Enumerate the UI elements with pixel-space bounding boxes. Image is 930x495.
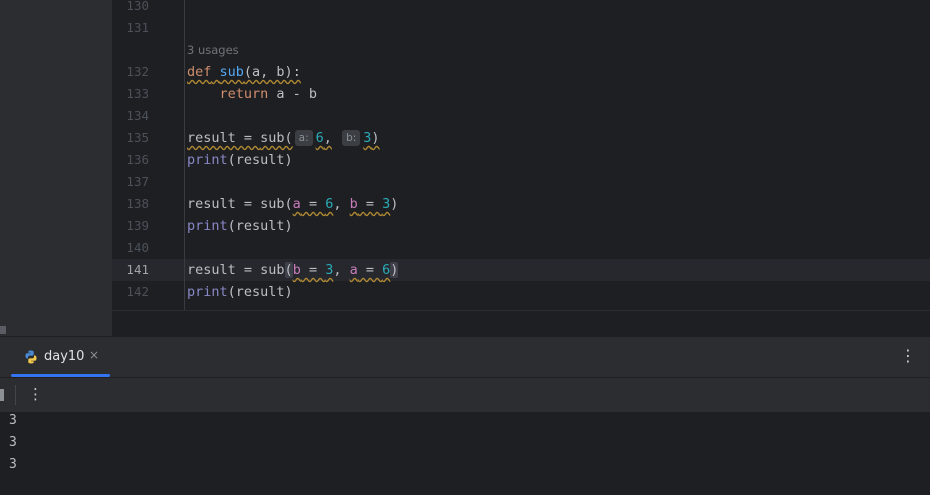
output-line: 3 xyxy=(9,457,17,472)
toolbar-more-icon[interactable]: ⋮ xyxy=(28,385,43,403)
code-text[interactable]: result = sub(a: 6, b: 3) xyxy=(187,127,380,149)
line-number: 136 xyxy=(126,152,149,167)
line-number: 140 xyxy=(126,240,149,255)
code-text[interactable]: def sub(a, b): xyxy=(187,61,301,83)
code-text[interactable]: print(result) xyxy=(187,215,293,237)
line-number: 135 xyxy=(126,130,149,145)
code-text[interactable]: result = sub(b = 3, a = 6) xyxy=(187,259,399,281)
console-output[interactable]: 3 3 3 xyxy=(0,412,930,495)
line-number: 130 xyxy=(126,0,149,13)
code-text[interactable]: print(result) xyxy=(187,149,293,171)
code-line-131: 131 xyxy=(112,17,930,39)
code-line-132: 132 def sub(a, b): xyxy=(112,61,930,83)
code-line-136: 136 print(result) xyxy=(112,149,930,171)
close-icon[interactable]: × xyxy=(89,348,99,362)
param-hint-a: a: xyxy=(294,130,313,146)
resize-handle[interactable] xyxy=(0,326,6,334)
run-tool-window: day10 × ⋮ ⋮ 3 3 3 xyxy=(0,336,930,495)
run-toolbar: ⋮ xyxy=(0,378,930,412)
code-text[interactable]: return a - b xyxy=(187,83,318,105)
code-line-141-current: 141 result = sub(b = 3, a = 6) xyxy=(112,259,930,281)
fold-guide xyxy=(184,0,185,310)
line-number: 134 xyxy=(126,108,149,123)
code-line-134: 134 xyxy=(112,105,930,127)
editor-lower-strip xyxy=(112,311,930,336)
code-text[interactable]: result = sub(a = 6, b = 3) xyxy=(187,193,398,215)
line-number: 142 xyxy=(126,284,149,299)
param-hint-b: b: xyxy=(342,130,361,146)
code-line-130: 130 xyxy=(112,0,930,17)
code-line-138: 138 result = sub(a = 6, b = 3) xyxy=(112,193,930,215)
usages-hint[interactable]: 3 usages xyxy=(187,39,239,61)
run-tab-bar: day10 × ⋮ xyxy=(0,337,930,378)
output-line: 3 xyxy=(9,435,17,450)
line-number: 139 xyxy=(126,218,149,233)
code-line-139: 139 print(result) xyxy=(112,215,930,237)
code-line-142: 142 print(result) xyxy=(112,281,930,303)
line-number: 137 xyxy=(126,174,149,189)
line-number: 131 xyxy=(126,20,149,35)
tab-label: day10 xyxy=(44,349,85,364)
code-line-140: 140 xyxy=(112,237,930,259)
line-number: 138 xyxy=(126,196,149,211)
code-editor[interactable]: 130 131 3 usages 132 def sub(a, b): 133 … xyxy=(112,0,930,310)
code-text[interactable]: print(result) xyxy=(187,281,293,303)
python-icon xyxy=(25,350,37,364)
usages-row: 3 usages xyxy=(112,39,930,61)
active-tab-indicator xyxy=(11,374,110,377)
more-options-icon[interactable]: ⋮ xyxy=(900,347,916,365)
code-line-137: 137 xyxy=(112,171,930,193)
code-line-133: 133 return a - b xyxy=(112,83,930,105)
rerun-icon[interactable] xyxy=(0,389,4,401)
tab-day10[interactable]: day10 × xyxy=(11,337,110,377)
line-number: 133 xyxy=(126,86,149,101)
left-tool-strip xyxy=(0,0,112,336)
code-line-135: 135 result = sub(a: 6, b: 3) xyxy=(112,127,930,149)
output-line: 3 xyxy=(9,413,17,428)
line-number-current: 141 xyxy=(126,262,149,277)
line-number: 132 xyxy=(126,64,149,79)
toolbar-divider xyxy=(15,385,16,405)
